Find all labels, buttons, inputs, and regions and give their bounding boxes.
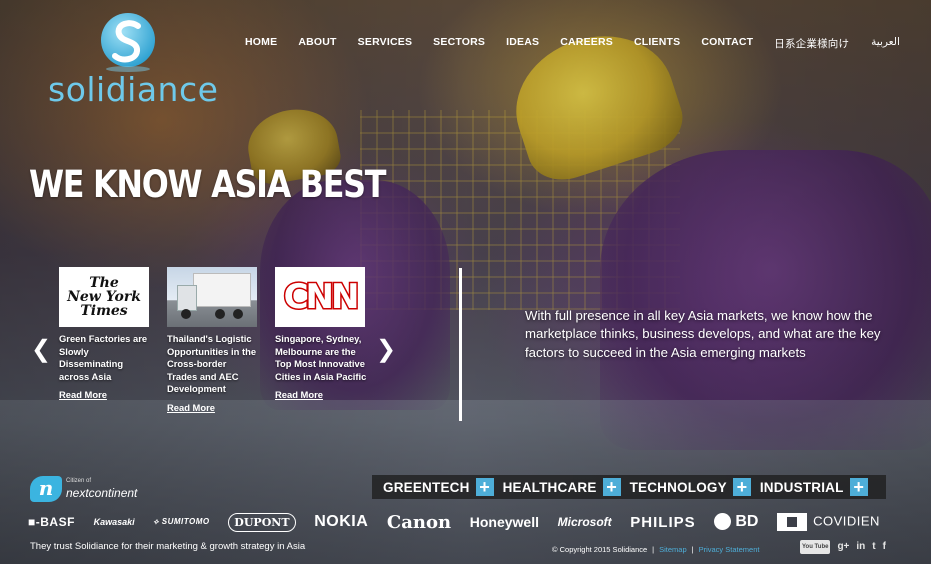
site-logo[interactable]: solidiance <box>44 12 218 109</box>
cnn-logo-thumbnail[interactable]: CNN <box>275 267 365 327</box>
sector-industrial[interactable]: INDUSTRIAL + <box>760 478 868 496</box>
plus-icon[interactable]: + <box>732 478 751 496</box>
carousel-next-button[interactable]: ❯ <box>376 335 396 364</box>
sitemap-link[interactable]: Sitemap <box>659 545 687 554</box>
client-logos: ■-BASF Kawasaki ⟡ SUMITOMO DUPONT NOKIA … <box>28 510 880 534</box>
sector-bar: GREENTECH + HEALTHCARE + TECHNOLOGY + IN… <box>372 475 886 499</box>
nextcontinent-label: nextcontinent <box>66 486 138 500</box>
nyt-logo-thumbnail[interactable]: The New York Times <box>59 267 149 327</box>
hero-tagline: With full presence in all key Asia marke… <box>525 308 881 360</box>
nextcontinent-logo[interactable]: n Citizen of nextcontinent <box>30 476 160 504</box>
nav-clients[interactable]: CLIENTS <box>634 36 680 51</box>
client-logo-philips: PHILIPS <box>630 513 696 531</box>
nextcontinent-label-small: Citizen of <box>66 478 92 484</box>
client-logo-canon: Canon <box>386 511 452 533</box>
client-logo-kawasaki: Kawasaki <box>93 517 135 527</box>
read-more-link[interactable]: Read More <box>59 389 107 400</box>
plus-icon[interactable]: + <box>475 478 494 496</box>
nav-arabic[interactable]: العربية <box>871 36 900 51</box>
nav-ideas[interactable]: IDEAS <box>506 36 539 51</box>
client-logo-honeywell: Honeywell <box>469 514 539 530</box>
nextcontinent-icon: n <box>30 476 62 502</box>
client-logo-dupont: DUPONT <box>228 512 296 532</box>
copyright-text: © Copyright 2015 Solidiance <box>552 545 648 554</box>
solidiance-logo-icon <box>101 13 155 72</box>
trust-statement: They trust Solidiance for their marketin… <box>30 541 306 552</box>
read-more-link[interactable]: Read More <box>275 389 323 400</box>
linkedin-icon[interactable]: in <box>856 542 865 552</box>
vertical-divider <box>459 268 462 421</box>
news-item: CNN Singapore, Sydney, Melbourne are the… <box>275 267 367 403</box>
client-logo-microsoft: Microsoft <box>557 515 612 529</box>
truck-photo-thumbnail[interactable] <box>167 267 257 327</box>
nav-home[interactable]: HOME <box>245 36 277 51</box>
covidien-icon <box>777 513 808 531</box>
nav-about[interactable]: ABOUT <box>298 36 336 51</box>
news-caption: Thailand's Logistic Opportunities in the… <box>167 333 257 394</box>
client-logo-covidien: COVIDIEN <box>777 513 880 531</box>
logo-wordmark: solidiance <box>48 70 219 109</box>
sector-greentech[interactable]: GREENTECH + <box>383 478 494 496</box>
nav-services[interactable]: SERVICES <box>358 36 413 51</box>
news-item: Thailand's Logistic Opportunities in the… <box>167 267 259 416</box>
nav-japanese[interactable]: 日系企業様向け <box>774 36 849 51</box>
plus-icon[interactable]: + <box>849 478 868 496</box>
privacy-link[interactable]: Privacy Statement <box>699 545 760 554</box>
client-logo-bd: BD <box>714 513 758 531</box>
read-more-link[interactable]: Read More <box>167 402 215 413</box>
news-caption: Singapore, Sydney, Melbourne are the Top… <box>275 333 367 382</box>
social-links: You Tube g+ in t f <box>800 540 893 554</box>
twitter-icon[interactable]: t <box>872 542 875 552</box>
client-logo-basf: ■-BASF <box>28 515 75 529</box>
youtube-icon[interactable]: You Tube <box>800 540 831 554</box>
news-caption: Green Factories are Slowly Disseminating… <box>59 333 148 382</box>
google-plus-icon[interactable]: g+ <box>837 542 849 552</box>
client-logo-sumitomo: ⟡ SUMITOMO <box>153 517 210 526</box>
client-logo-nokia: NOKIA <box>314 513 369 530</box>
sector-technology[interactable]: TECHNOLOGY + <box>630 478 751 496</box>
main-navigation: HOME ABOUT SERVICES SECTORS IDEAS CAREER… <box>245 36 900 51</box>
news-item: The New York Times Green Factories are S… <box>59 267 151 403</box>
bd-icon <box>714 513 732 531</box>
nav-sectors[interactable]: SECTORS <box>433 36 485 51</box>
nav-contact[interactable]: CONTACT <box>701 36 753 51</box>
hero-title: WE KNOW ASIA BEST <box>29 163 386 206</box>
plus-icon[interactable]: + <box>602 478 621 496</box>
copyright-line: © Copyright 2015 Solidiance | Sitemap | … <box>552 545 760 554</box>
nav-careers[interactable]: CAREERS <box>560 36 613 51</box>
carousel-prev-button[interactable]: ❮ <box>31 335 51 364</box>
facebook-icon[interactable]: f <box>883 542 886 552</box>
sector-healthcare[interactable]: HEALTHCARE + <box>503 478 621 496</box>
